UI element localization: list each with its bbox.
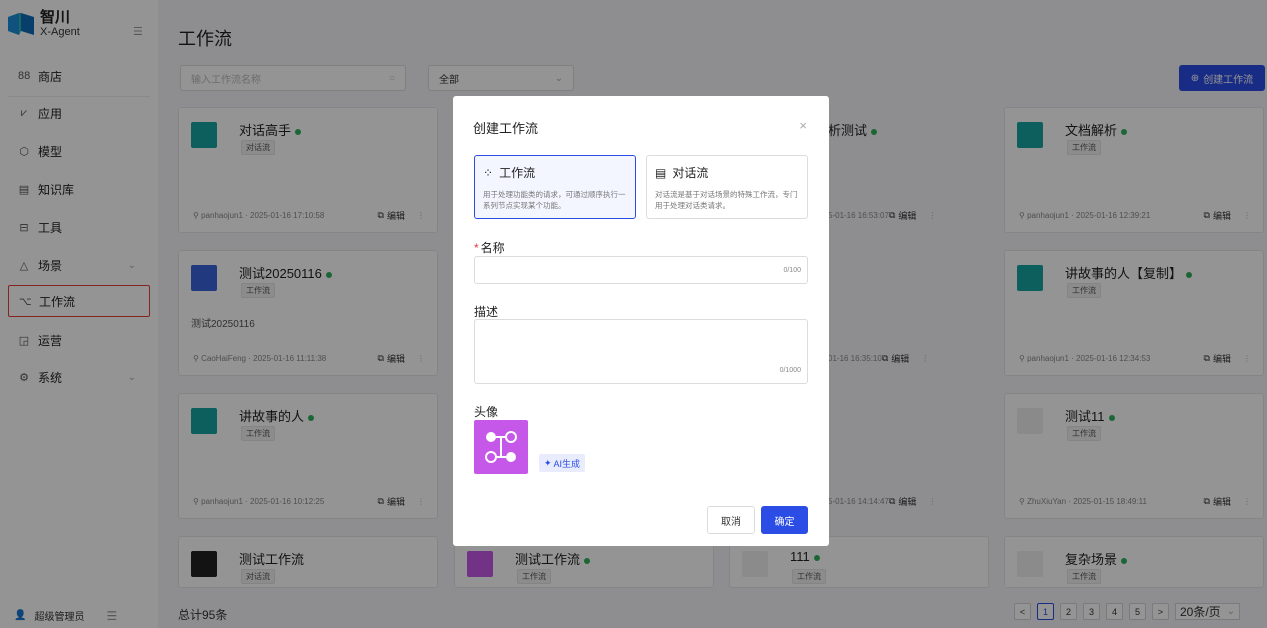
workflow-icon: ⁘ bbox=[483, 165, 494, 180]
dialog-title: 创建工作流 bbox=[473, 121, 539, 136]
type-option-workflow[interactable]: ⁘ 工作流 用于处理功能类的请求，可通过顺序执行一系列节点实现某个功能。 bbox=[474, 155, 636, 219]
type-desc: 用于处理功能类的请求，可通过顺序执行一系列节点实现某个功能。 bbox=[483, 190, 626, 210]
desc-char-count: 0/1000 bbox=[779, 367, 801, 374]
workflow-avatar-preview[interactable] bbox=[474, 420, 528, 474]
name-char-count: 0/100 bbox=[783, 267, 801, 274]
type-desc: 对话流是基于对话场景的特殊工作流，专门用于处理对话类请求。 bbox=[655, 190, 798, 210]
desc-label: 描述 bbox=[474, 305, 499, 319]
type-label: 对话流 bbox=[672, 166, 709, 180]
cancel-button[interactable]: 取消 bbox=[707, 506, 755, 534]
confirm-button[interactable]: 确定 bbox=[761, 506, 808, 534]
name-input[interactable]: 0/100 bbox=[474, 256, 808, 284]
name-label: * 名称 bbox=[474, 239, 505, 256]
required-mark: * bbox=[474, 241, 479, 255]
name-label-text: 名称 bbox=[480, 241, 505, 255]
ai-generate-label: AI生成 bbox=[553, 458, 581, 469]
type-label: 工作流 bbox=[499, 166, 536, 180]
ai-generate-button[interactable]: ✦ AI生成 bbox=[539, 454, 586, 472]
workflow-icon bbox=[485, 431, 517, 463]
type-option-chatflow[interactable]: ▤ 对话流 对话流是基于对话场景的特殊工作流，专门用于处理对话类请求。 bbox=[646, 155, 808, 219]
create-workflow-dialog: 创建工作流 × ⁘ 工作流 用于处理功能类的请求，可通过顺序执行一系列节点实现某… bbox=[453, 96, 829, 546]
avatar-label: 头像 bbox=[474, 405, 499, 419]
sparkle-icon: ✦ bbox=[544, 457, 552, 468]
desc-textarea[interactable]: 0/1000 bbox=[474, 319, 808, 384]
chat-icon: ▤ bbox=[655, 165, 667, 180]
close-icon[interactable]: × bbox=[799, 118, 807, 133]
